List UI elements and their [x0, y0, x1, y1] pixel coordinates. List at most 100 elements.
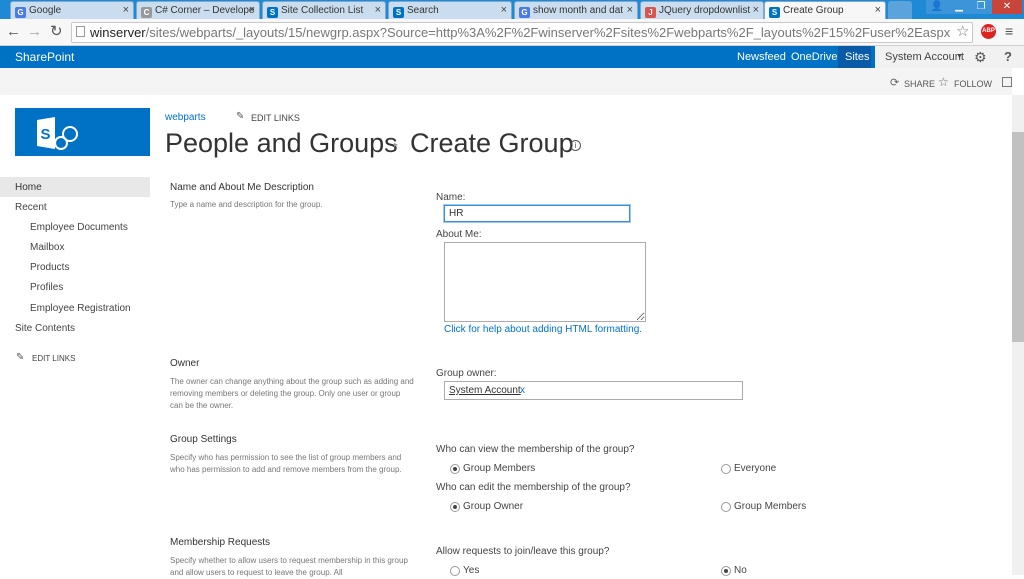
google-icon: G	[15, 7, 26, 18]
settings-section-title: Group Settings	[170, 434, 237, 445]
csharp-corner-icon: C	[141, 7, 152, 18]
close-tab-icon[interactable]: ×	[501, 4, 507, 16]
onedrive-link[interactable]: OneDrive	[791, 51, 837, 63]
ribbon-row: ⟳ SHARE ☆ FOLLOW	[0, 68, 1012, 95]
sharepoint-icon: S	[769, 7, 780, 18]
group-owner-picker[interactable]: System Account x	[444, 381, 743, 400]
name-section-title: Name and About Me Description	[170, 182, 314, 193]
nav-site-contents[interactable]: Site Contents	[15, 323, 75, 334]
nav-edit-links[interactable]: EDIT LINKS	[32, 354, 75, 363]
share-button[interactable]: SHARE	[904, 79, 935, 89]
header-edit-links[interactable]: EDIT LINKS	[251, 113, 300, 123]
nav-item-mailbox[interactable]: Mailbox	[30, 242, 64, 253]
group-owner-label: Group owner:	[436, 368, 497, 379]
join-leave-question: Allow requests to join/leave this group?	[436, 546, 610, 557]
view-membership-question: Who can view the membership of the group…	[436, 444, 635, 455]
google-icon: G	[519, 7, 530, 18]
new-tab-button[interactable]	[888, 1, 912, 19]
tab-jquery-dropdownlist[interactable]: J JQuery dropdownlist ×	[640, 1, 764, 19]
join-no-label[interactable]: No	[734, 565, 747, 576]
close-tab-icon[interactable]: ×	[123, 4, 129, 16]
remove-owner-icon[interactable]: x	[520, 385, 525, 396]
tab-search[interactable]: S Search ×	[388, 1, 512, 19]
address-bar-row: ← → ↻ winserver/sites/webparts/_layouts/…	[0, 19, 1024, 46]
name-section-desc: Type a name and description for the grou…	[170, 200, 323, 209]
join-yes-label[interactable]: Yes	[463, 565, 479, 576]
back-arrow-icon[interactable]: ←	[6, 23, 21, 40]
membership-section-desc: Specify whether to allow users to reques…	[170, 556, 408, 577]
edit-group-owner-label[interactable]: Group Owner	[463, 501, 523, 512]
nav-item-profiles[interactable]: Profiles	[30, 282, 63, 293]
info-icon[interactable]: i	[570, 140, 581, 151]
nav-item-employee-documents[interactable]: Employee Documents	[30, 222, 128, 233]
menu-icon[interactable]: ≡	[1005, 23, 1013, 39]
sharepoint-brand[interactable]: SharePoint	[15, 50, 74, 64]
owner-section-title: Owner	[170, 358, 200, 369]
page-title-parent[interactable]: People and Groups	[165, 128, 398, 159]
browser-tab-strip: G Google × C C# Corner – Develope × S Site Co…	[0, 0, 1024, 20]
close-tab-icon[interactable]: ×	[627, 4, 633, 16]
pencil-icon: ✎	[236, 111, 245, 122]
svg-text:S: S	[41, 126, 51, 143]
close-tab-icon[interactable]: ×	[875, 4, 881, 16]
breadcrumb-site-link[interactable]: webparts	[165, 112, 206, 123]
page-title: Create Group	[410, 128, 574, 158]
sharepoint-logo-icon: S	[37, 117, 78, 150]
sharepoint-icon: S	[267, 7, 278, 18]
owner-entity[interactable]: System Account	[449, 385, 521, 396]
sites-link[interactable]: Sites	[845, 51, 869, 63]
gear-icon[interactable]: ⚙	[974, 49, 987, 66]
edit-group-owner-radio[interactable]	[450, 502, 460, 512]
newsfeed-link[interactable]: Newsfeed	[737, 51, 786, 63]
account-menu[interactable]: System Account ▼ ⚙ ?	[875, 46, 1024, 68]
owner-section-desc: The owner can change anything about the …	[170, 377, 414, 410]
edit-group-members-label[interactable]: Group Members	[734, 501, 806, 512]
about-me-label: About Me:	[436, 229, 482, 240]
focus-content-icon[interactable]	[1002, 77, 1012, 87]
breadcrumb-separator-icon: ▸	[394, 140, 399, 149]
view-group-members-label[interactable]: Group Members	[463, 463, 535, 474]
about-me-textarea[interactable]	[444, 242, 646, 322]
nav-item-products[interactable]: Products	[30, 262, 69, 273]
edit-membership-question: Who can edit the membership of the group…	[436, 482, 631, 493]
view-everyone-label[interactable]: Everyone	[734, 463, 776, 474]
tab-create-group[interactable]: S Create Group ×	[764, 1, 886, 20]
tab-google[interactable]: G Google ×	[10, 1, 134, 19]
sharepoint-icon: S	[393, 7, 404, 18]
follow-button[interactable]: FOLLOW	[954, 79, 992, 89]
close-tab-icon[interactable]: ×	[249, 4, 255, 16]
tab-csharp-corner[interactable]: C C# Corner – Develope ×	[136, 1, 260, 19]
html-help-link[interactable]: Click for help about adding HTML formatt…	[444, 324, 642, 335]
nav-home[interactable]: Home	[15, 182, 42, 193]
user-profile-icon[interactable]: 👤	[926, 0, 948, 14]
minimize-button[interactable]: ▁	[948, 0, 970, 14]
site-logo[interactable]: S	[15, 108, 150, 156]
close-tab-icon[interactable]: ×	[375, 4, 381, 16]
follow-star-icon: ☆	[938, 75, 949, 89]
pencil-icon: ✎	[16, 352, 25, 363]
adblock-plus-icon[interactable]: ABP	[981, 24, 996, 39]
url-field[interactable]: winserver/sites/webparts/_layouts/15/new…	[71, 22, 973, 43]
view-everyone-radio[interactable]	[721, 464, 731, 474]
jquery-site-icon: J	[645, 7, 656, 18]
scrollbar-thumb[interactable]	[1012, 132, 1024, 342]
settings-section-desc: Specify who has permission to see the li…	[170, 453, 402, 474]
restore-button[interactable]: ❐	[970, 0, 992, 14]
account-name: System Account	[885, 51, 964, 63]
group-name-input[interactable]	[443, 204, 631, 223]
reload-icon[interactable]: ↻	[50, 22, 63, 40]
forward-arrow-icon[interactable]: →	[27, 23, 42, 40]
bookmark-star-icon[interactable]: ☆	[956, 22, 969, 40]
share-icon: ⟳	[890, 77, 900, 89]
nav-item-employee-registration[interactable]: Employee Registration	[30, 303, 131, 314]
membership-section-title: Membership Requests	[170, 537, 271, 548]
view-group-members-radio[interactable]	[450, 464, 460, 474]
help-icon[interactable]: ?	[1004, 49, 1012, 64]
nav-recent[interactable]: Recent	[15, 202, 47, 213]
tab-show-month[interactable]: Gshow month and dat ×	[514, 1, 638, 19]
close-window-button[interactable]: ✕	[992, 0, 1022, 14]
chevron-down-icon: ▼	[956, 53, 963, 60]
close-tab-icon[interactable]: ×	[753, 4, 759, 16]
tab-site-collection-list[interactable]: S Site Collection List ×	[262, 1, 386, 19]
edit-group-members-radio[interactable]	[721, 502, 731, 512]
